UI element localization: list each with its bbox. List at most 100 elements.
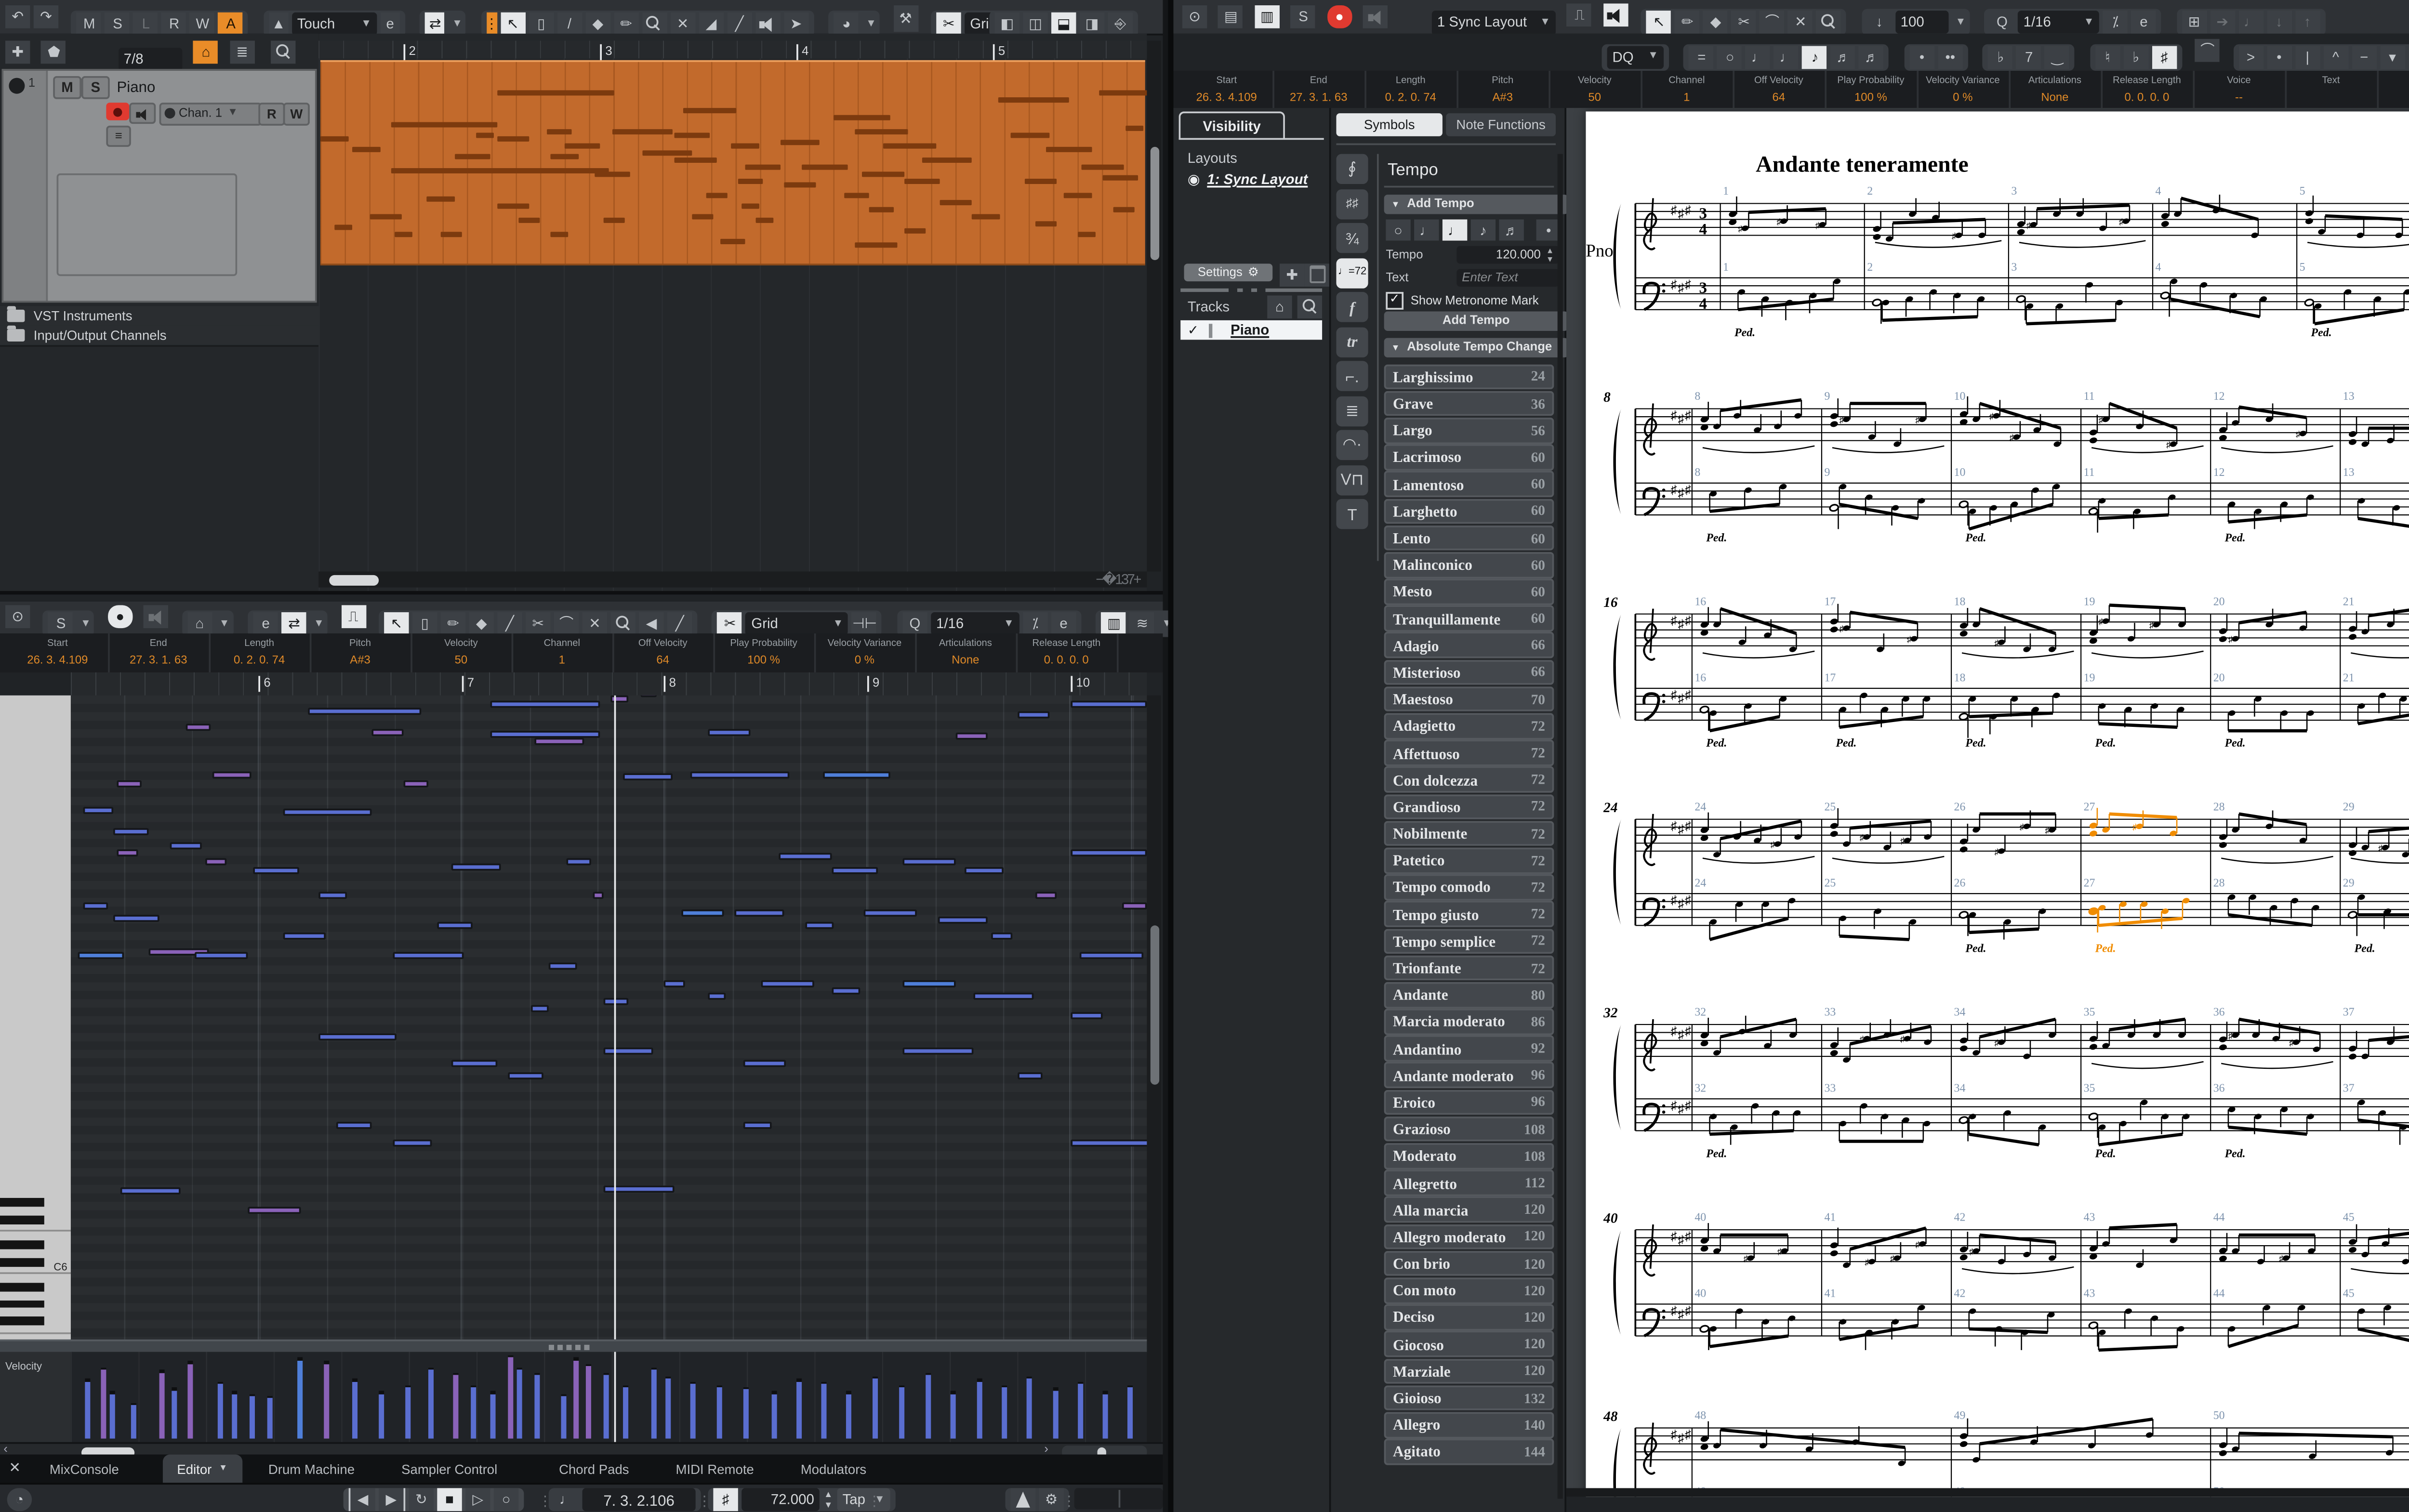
enharmonic-flat-icon[interactable]: ♭ — [1988, 45, 2013, 68]
ruler-bar-6[interactable]: 6 — [258, 675, 271, 691]
velocity-bar[interactable] — [101, 1367, 106, 1439]
tempo-preset-larghissimo[interactable]: Larghissimo 24 — [1384, 364, 1554, 390]
midi-note[interactable] — [902, 1047, 974, 1055]
track-write-button[interactable]: W — [283, 102, 310, 125]
page-mode-icon[interactable]: ▤ — [1218, 5, 1244, 28]
insert-velocity-value[interactable]: 100 — [1895, 11, 1948, 34]
piano-keyboard[interactable]: C6 — [0, 695, 71, 1340]
midi-note[interactable] — [205, 858, 227, 866]
black-key[interactable] — [0, 1241, 44, 1249]
midi-note[interactable] — [743, 1060, 786, 1067]
score-system-24[interactable]: 24 ♯ ♯ ♯ ♯ ♯ ♯ 24 24 ♯ 25 25 ♯ ♯ 26 26 ♯ ♯ ♯ Ped. 27 27 ♯ Ped. 2… — [1596, 798, 2409, 975]
tempo-preset-allegro-moderato[interactable]: Allegro moderato 120 — [1384, 1223, 1554, 1250]
info-value[interactable]: A#3 — [1456, 91, 1549, 104]
black-key[interactable] — [0, 1283, 44, 1292]
info-column-pitch[interactable]: Pitch A#3 — [310, 633, 412, 672]
draw-tool[interactable]: ✏ — [1675, 11, 1700, 34]
metronome-mark-option[interactable]: ✓ Show Metronome Mark — [1386, 292, 1539, 310]
vscroll-thumb[interactable] — [1149, 925, 1159, 1085]
velocity-bar[interactable] — [743, 1386, 748, 1439]
midi-note[interactable] — [832, 867, 878, 875]
info-column-start[interactable]: Start 26. 3. 4.109 — [7, 633, 110, 672]
natural-icon[interactable]: ♮ — [2095, 45, 2120, 68]
midi-note[interactable] — [195, 952, 248, 960]
info-value[interactable]: 0 % — [814, 654, 915, 666]
snap-relative-icon[interactable]: ⊣⊢ — [852, 612, 877, 635]
tempo-preset-deciso[interactable]: Deciso 120 — [1384, 1304, 1554, 1330]
velocity-bar[interactable] — [899, 1385, 904, 1439]
trill-icon[interactable]: tr — [1336, 326, 1368, 357]
edit-mode-icon[interactable]: ▥ — [1255, 5, 1280, 28]
midi-input-icon[interactable]: ⎍ — [1567, 3, 1592, 27]
info-value[interactable]: 27. 3. 1. 63 — [1272, 91, 1364, 104]
tempo-icon[interactable]: ♩=72 — [1336, 257, 1368, 288]
line-tool[interactable]: ╱ — [727, 12, 752, 36]
info-column-off-velocity[interactable]: Off Velocity 64 — [612, 633, 715, 672]
text-input[interactable]: Enter Text — [1456, 269, 1560, 287]
setup-toolbar-icon[interactable]: ⎆ — [1108, 12, 1133, 36]
snap-icon[interactable]: ✂ — [717, 612, 742, 635]
tempo-preset-tempo-giusto[interactable]: Tempo giusto 72 — [1384, 901, 1554, 927]
quantize-icon[interactable]: Q — [902, 612, 927, 635]
midi-note[interactable] — [1079, 952, 1144, 960]
display-quantize-dropdown[interactable]: DQ ▼ — [1607, 45, 1664, 68]
split-tool[interactable]: / — [557, 12, 582, 36]
key-signature-icon[interactable]: ♯♯ — [1336, 188, 1368, 219]
quarter-note-button[interactable]: ♩ — [1442, 219, 1468, 241]
controller-lane-header[interactable]: Velocity — [0, 1352, 73, 1442]
black-key[interactable] — [0, 1198, 44, 1207]
info-column-velocity[interactable]: Velocity 50 — [1549, 70, 1643, 108]
midi-note[interactable] — [253, 867, 299, 875]
tab-chord-pads[interactable]: Chord Pads — [556, 1455, 633, 1483]
key-66[interactable] — [0, 1316, 71, 1326]
fermata-icon[interactable]: ◠· — [1336, 430, 1368, 460]
tempo-preset-grandioso[interactable]: Grandioso 72 — [1384, 793, 1554, 820]
metronome-icon[interactable] — [1010, 1488, 1035, 1512]
velocity-bar[interactable] — [508, 1354, 513, 1439]
tempo-preset-con-moto[interactable]: Con moto 120 — [1384, 1277, 1554, 1303]
midi-note[interactable] — [336, 1121, 372, 1130]
erase-tool[interactable]: ◆ — [469, 612, 494, 635]
note-length-display-icon[interactable]: ▥ — [1101, 612, 1126, 635]
undo-icon[interactable]: ↶ — [5, 5, 30, 28]
tracks-home-filter-icon[interactable]: ⌂ — [1267, 295, 1292, 319]
note-expression-icon[interactable]: ≋ — [1130, 612, 1155, 635]
midi-note[interactable] — [120, 1187, 181, 1195]
key-76[interactable] — [0, 1232, 71, 1241]
info-column-off-velocity[interactable]: Off Velocity 64 — [1733, 70, 1827, 108]
ruler-bar-5[interactable]: 5 — [993, 43, 1005, 60]
audition-tool[interactable]: ◀ — [639, 612, 664, 635]
midi-note[interactable] — [761, 980, 814, 988]
velocity-lane[interactable] — [70, 1352, 1147, 1442]
record-in-editor-icon[interactable]: ● — [107, 605, 132, 629]
midi-note[interactable] — [451, 863, 501, 871]
midi-note[interactable] — [603, 1047, 653, 1055]
eighth-note-icon[interactable]: ♪ — [1802, 45, 1827, 68]
cycle-button[interactable]: ↻ — [409, 1488, 434, 1512]
velocity-bar[interactable] — [926, 1373, 930, 1439]
midi-note[interactable] — [965, 867, 1004, 875]
right-zone-toggle[interactable]: ◨ — [1079, 12, 1105, 36]
midi-note[interactable] — [490, 700, 600, 709]
tempo-preset-alla-marcia[interactable]: Alla marcia 120 — [1384, 1196, 1554, 1223]
autoscroll-icon[interactable]: ⇄ — [425, 12, 445, 36]
midi-note[interactable] — [779, 853, 832, 861]
divider-grip[interactable] — [548, 1344, 591, 1350]
midi-note[interactable] — [117, 780, 142, 788]
midi-note[interactable] — [902, 858, 956, 866]
velocity-bar[interactable] — [217, 1382, 223, 1439]
midi-note[interactable] — [83, 902, 108, 910]
ruler-bar-4[interactable]: 4 — [796, 43, 808, 60]
left-zone-toggle[interactable]: ◧ — [994, 12, 1019, 36]
symbols-vscrollbar[interactable] — [1557, 154, 1563, 1499]
tab-note-functions[interactable]: Note Functions — [1446, 113, 1556, 136]
crossfade-icon[interactable]: ⚒ — [893, 5, 918, 32]
folder-io-channels[interactable]: Input/Output Channels — [0, 325, 319, 347]
midi-note[interactable] — [681, 909, 724, 917]
visible-track-piano[interactable]: ✓ Piano — [1180, 320, 1323, 340]
velocity-bar[interactable] — [187, 1361, 192, 1439]
track-events-icon[interactable]: ≡ — [106, 125, 131, 147]
velocity-bar[interactable] — [490, 1391, 495, 1439]
automation-edit-icon[interactable]: e — [380, 12, 400, 36]
track-record-button[interactable] — [106, 103, 130, 120]
